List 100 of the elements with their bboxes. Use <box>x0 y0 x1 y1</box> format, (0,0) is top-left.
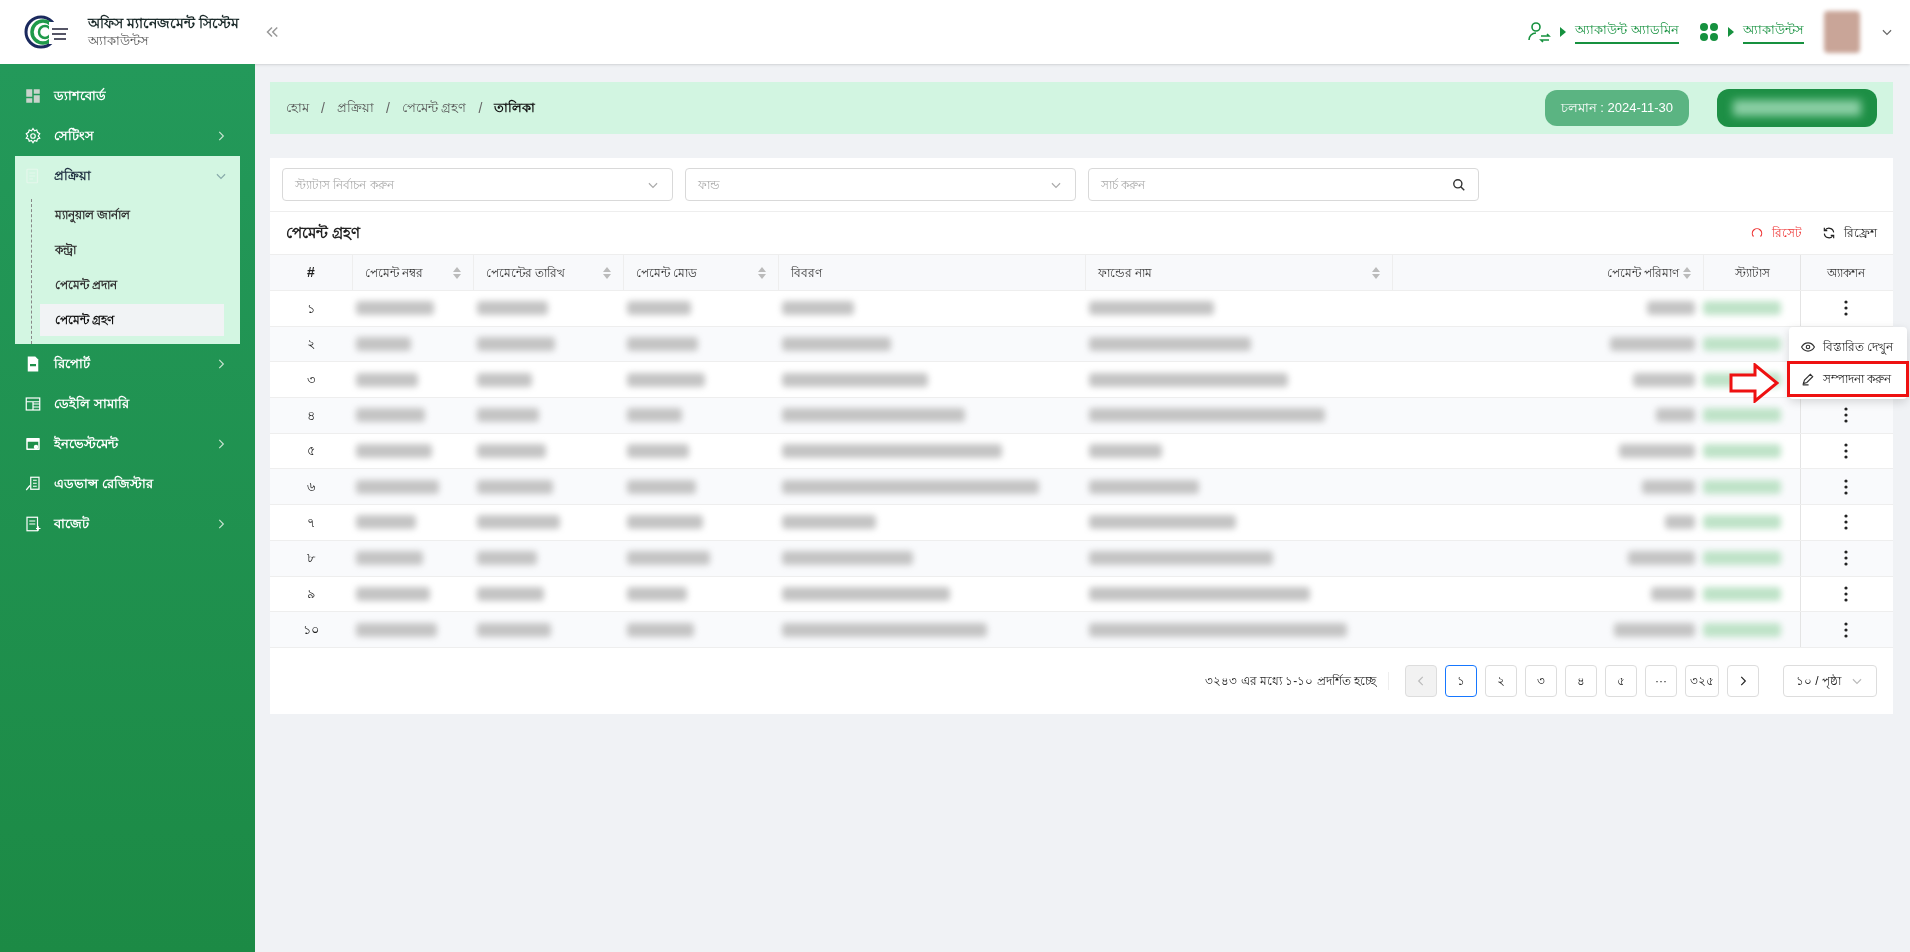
blurred-text <box>1642 479 1695 494</box>
table-cell-text: ৮ <box>306 549 316 568</box>
column-header: বিবরণ <box>778 255 1085 290</box>
blurred-text <box>477 551 537 566</box>
gear-icon <box>24 127 42 145</box>
table-cell-text: ২ <box>306 335 316 354</box>
caret-right-icon <box>1559 27 1568 37</box>
account-link[interactable]: অ্যাকাউন্টস <box>1743 20 1804 44</box>
table-cell-text: ১ <box>306 299 316 318</box>
table-cell-text: ৭ <box>306 513 316 532</box>
blurred-text <box>782 301 854 316</box>
refresh-button[interactable]: রিফ্রেশ <box>1822 224 1877 242</box>
submenu-item[interactable]: পেমেন্ট গ্রহণ <box>40 304 224 336</box>
breadcrumb-item[interactable]: পেমেন্ট গ্রহণ <box>401 98 467 118</box>
sidebar-item[interactable]: ডেইলি সামারি <box>15 384 240 424</box>
submenu-item[interactable]: ম্যানুয়াল জার্নাল <box>40 199 224 231</box>
sidebar-item[interactable]: ইনভেস্টমেন্ট <box>15 424 240 464</box>
column-header: অ্যাকশন <box>1800 255 1890 290</box>
pagination-summary: ৩২৪৩ এর মধ্যে ১-১০ প্রদর্শিত হচ্ছে <box>1205 671 1389 690</box>
column-header[interactable]: ফান্ডের নাম <box>1085 255 1392 290</box>
vertical-dots-icon <box>1843 300 1848 317</box>
submenu-item[interactable]: পেমেন্ট প্রদান <box>40 269 224 301</box>
blurred-text <box>627 444 689 459</box>
page-button[interactable]: ৩ <box>1525 664 1557 697</box>
page-button[interactable]: ২ <box>1485 664 1517 697</box>
register-icon <box>24 475 42 493</box>
page-button[interactable]: ৪ <box>1565 664 1597 697</box>
submenu-item[interactable]: কন্ট্রা <box>40 234 224 266</box>
sidebar-item[interactable]: বাজেট <box>15 504 240 544</box>
breadcrumb-item: তালিকা <box>494 98 536 118</box>
column-header[interactable]: পেমেন্টের তারিখ <box>473 255 623 290</box>
reset-button[interactable]: রিসেট <box>1750 224 1802 242</box>
sidebar-item[interactable]: প্রক্রিয়া <box>15 156 240 196</box>
budget-icon <box>24 515 42 533</box>
column-header[interactable]: পেমেন্ট নম্বর <box>352 255 473 290</box>
page-button[interactable]: ৩২৫ <box>1685 664 1719 697</box>
blurred-text <box>1656 408 1695 423</box>
blurred-text <box>477 444 546 459</box>
sidebar-item[interactable]: সেটিংস <box>15 116 240 156</box>
vertical-dots-icon <box>1843 478 1848 495</box>
blurred-text <box>627 586 687 601</box>
apps-icon <box>1699 22 1719 42</box>
page-button[interactable]: ··· <box>1645 664 1677 697</box>
table-cell-text: ৬ <box>306 478 316 497</box>
breadcrumb-item[interactable]: প্রক্রিয়া <box>336 98 374 118</box>
blurred-text <box>1628 551 1695 566</box>
search-icon <box>1452 177 1466 192</box>
blurred-text <box>1665 515 1695 530</box>
sidebar-item[interactable]: ড্যাশবোর্ড <box>15 76 240 116</box>
blurred-text <box>477 301 548 316</box>
vertical-dots-icon <box>1843 407 1848 424</box>
account-link[interactable]: অ্যাকাউন্ট অ্যাডমিন <box>1575 20 1679 44</box>
dashboard-icon <box>24 87 42 105</box>
vertical-dots-icon <box>1843 621 1848 638</box>
vertical-dots-icon <box>1843 585 1848 602</box>
menu-item[interactable]: সম্পাদনা করুন <box>1789 362 1907 395</box>
blurred-text <box>477 586 544 601</box>
column-header: # <box>306 263 316 282</box>
blurred-text <box>1647 301 1695 316</box>
caret-right-icon <box>1727 27 1735 37</box>
blurred-text <box>627 622 694 637</box>
page-button[interactable]: ৫ <box>1605 664 1637 697</box>
blurred-text <box>627 301 691 316</box>
column-header: স্ট্যাটাস <box>1703 255 1800 290</box>
breadcrumb-separator: / <box>478 98 483 118</box>
refresh-icon <box>1822 226 1836 240</box>
menu-item[interactable]: বিস্তারিত দেখুন <box>1789 330 1907 363</box>
spreadsheet-icon <box>24 395 42 413</box>
blurred-text <box>477 408 539 423</box>
table-cell-text: ৯ <box>306 585 316 604</box>
blurred-text <box>356 551 423 566</box>
sidebar-item[interactable]: এডভান্স রেজিস্টার <box>15 464 240 504</box>
blurred-text <box>356 337 411 352</box>
page-size-select[interactable]: ১০ / পৃষ্ঠা <box>1783 664 1877 697</box>
calendar-icon <box>24 435 42 453</box>
user-switch-icon <box>1527 20 1552 44</box>
table-cell-text: ৩ <box>306 370 316 389</box>
session-badge: চলমান : 2024-11-30 <box>1544 90 1689 126</box>
table-cell-text: ৪ <box>306 406 316 425</box>
blurred-text <box>627 479 696 494</box>
vertical-dots-icon <box>1843 550 1848 567</box>
blurred-text <box>356 372 418 387</box>
blurred-text <box>1633 372 1695 387</box>
breadcrumb-separator: / <box>385 98 390 118</box>
blurred-text <box>1651 586 1695 601</box>
column-header[interactable]: পেমেন্ট মোড <box>623 255 778 290</box>
table-cell-text: ৫ <box>306 442 316 461</box>
eye-icon <box>1801 339 1815 354</box>
sidebar-item[interactable]: রিপোর্ট <box>15 344 240 384</box>
column-header[interactable]: পেমেন্ট পরিমাণ <box>1392 255 1703 290</box>
breadcrumb-separator: / <box>321 98 325 118</box>
page-button[interactable]: ১ <box>1445 664 1477 697</box>
blurred-text <box>356 515 416 530</box>
table-title: পেমেন্ট গ্রহণ <box>286 222 362 243</box>
breadcrumb-item[interactable]: হোম <box>286 98 309 118</box>
vertical-dots-icon <box>1843 514 1848 531</box>
app-subtitle: অ্যাকাউন্টস <box>88 32 150 49</box>
vertical-dots-icon <box>1843 443 1848 460</box>
pencil-icon <box>1801 371 1815 386</box>
table-cell-text: ১০ <box>302 620 320 639</box>
